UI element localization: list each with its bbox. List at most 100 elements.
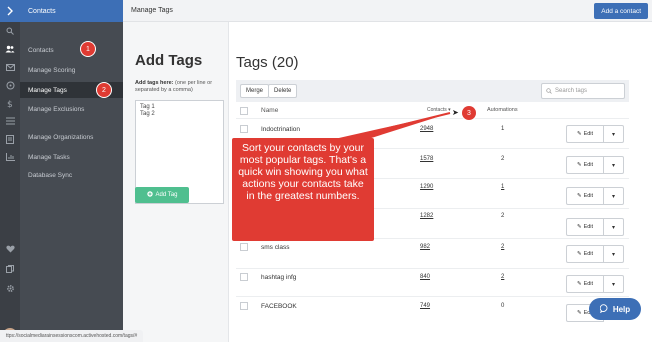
caret-down-icon: ▾ — [611, 162, 615, 169]
edit-button[interactable]: ✎ Edit — [566, 125, 604, 143]
tag-automations-count: 2 — [501, 156, 505, 162]
forms-icon[interactable] — [0, 130, 20, 148]
page-title: Manage Tags — [131, 7, 173, 14]
submenu-item-contacts[interactable]: Contacts — [20, 42, 123, 58]
edit-button[interactable]: ✎ Edit — [566, 275, 604, 293]
add-tags-hint: Add tags here: (one per line or separate… — [135, 80, 227, 94]
submenu-item-manage-scoring[interactable]: Manage Scoring — [20, 62, 123, 78]
row-dropdown-button[interactable]: ▾ — [604, 218, 624, 236]
heart-icon[interactable] — [0, 242, 20, 256]
tag-contacts-count[interactable]: 840 — [420, 274, 430, 280]
tags-title: Tags (20) — [236, 54, 299, 71]
deals-icon[interactable]: $ — [0, 94, 20, 112]
search-icon[interactable] — [0, 22, 20, 40]
svg-text:$: $ — [7, 100, 13, 108]
submenu-header[interactable]: Contacts — [20, 0, 123, 22]
mail-icon[interactable] — [0, 58, 20, 76]
pencil-icon: ✎ — [576, 131, 582, 137]
chevron-right-icon[interactable] — [0, 0, 20, 22]
col-header-contacts[interactable]: Contacts ▾ — [427, 107, 451, 113]
annotation-badge-3: 3 — [462, 106, 476, 120]
tag-contacts-count[interactable]: 1282 — [420, 213, 433, 219]
edit-button[interactable]: ✎ Edit — [566, 187, 604, 205]
pencil-icon: ✎ — [576, 310, 582, 316]
tag-contacts-count[interactable]: 982 — [420, 244, 430, 250]
row-checkbox[interactable] — [240, 302, 248, 310]
edit-label: Edit — [583, 131, 594, 137]
mouse-cursor-icon: ➤ — [452, 108, 459, 117]
tag-contacts-count[interactable]: 1290 — [420, 184, 433, 190]
contacts-icon[interactable] — [0, 40, 20, 58]
tag-name[interactable]: FACEBOOK — [261, 303, 297, 310]
pencil-icon: ✎ — [576, 281, 582, 287]
annotation-callout: Sort your contacts by your most popular … — [232, 138, 374, 241]
search-placeholder: Search tags — [555, 88, 588, 94]
caret-down-icon: ▾ — [611, 193, 615, 200]
tag-automations-count: 1 — [501, 126, 505, 132]
tag-name[interactable]: sms class — [261, 244, 290, 251]
edit-label: Edit — [583, 224, 594, 230]
plus-circle-icon — [146, 191, 153, 199]
annotation-badge-2: 2 — [97, 83, 111, 97]
tag-automations-count[interactable]: 1 — [501, 184, 504, 190]
edit-button[interactable]: ✎ Edit — [566, 218, 604, 236]
col-header-contacts-label: Contacts — [427, 107, 447, 113]
tag-automations-count[interactable]: 2 — [501, 274, 504, 280]
lists-icon[interactable] — [0, 112, 20, 130]
caret-down-icon: ▾ — [611, 281, 615, 288]
tag-name[interactable]: hashtag infg — [261, 274, 296, 281]
merge-button[interactable]: Merge — [240, 84, 270, 98]
gear-icon[interactable] — [0, 281, 20, 295]
help-button[interactable]: Help — [589, 298, 641, 320]
row-divider — [236, 268, 629, 269]
submenu-item-manage-organizations[interactable]: Manage Organizations — [20, 129, 123, 145]
add-tags-title: Add Tags — [135, 52, 203, 69]
row-checkbox[interactable] — [240, 125, 248, 133]
edit-button[interactable]: ✎ Edit — [566, 245, 604, 263]
col-header-name[interactable]: Name — [261, 107, 278, 114]
delete-button[interactable]: Delete — [268, 84, 298, 98]
pencil-icon: ✎ — [576, 251, 582, 257]
add-contact-button[interactable]: Add a contact — [594, 3, 648, 19]
row-checkbox[interactable] — [240, 243, 248, 251]
row-dropdown-button[interactable]: ▾ — [604, 187, 624, 205]
edit-label: Edit — [583, 193, 594, 199]
tag-automations-count[interactable]: 2 — [501, 244, 504, 250]
tag-automations-count: 2 — [501, 213, 505, 219]
select-all-checkbox[interactable] — [240, 107, 248, 115]
tag-contacts-count[interactable]: 749 — [420, 303, 430, 309]
submenu-item-database-sync[interactable]: Database Sync — [20, 167, 123, 183]
edit-label: Edit — [583, 251, 594, 257]
pencil-icon: ✎ — [576, 162, 582, 168]
edit-label: Edit — [583, 162, 594, 168]
edit-button[interactable]: ✎ Edit — [566, 156, 604, 174]
annotation-badge-1: 1 — [81, 42, 95, 56]
tag-contacts-count[interactable]: 2948 — [420, 126, 433, 132]
status-bar-url: ttps://socialmediarainsessionscom.active… — [0, 330, 144, 342]
row-dropdown-button[interactable]: ▾ — [604, 125, 624, 143]
tag-contacts-count[interactable]: 1578 — [420, 156, 433, 162]
contacts-submenu: Contacts Contacts Manage Scoring Manage … — [20, 0, 123, 342]
reports-icon[interactable] — [0, 148, 20, 166]
submenu-item-manage-tasks[interactable]: Manage Tasks — [20, 149, 123, 165]
submenu-item-manage-exclusions[interactable]: Manage Exclusions — [20, 101, 123, 117]
add-tag-button[interactable]: Add Tag — [135, 187, 189, 203]
row-dropdown-button[interactable]: ▾ — [604, 245, 624, 263]
add-tags-hint-bold: Add tags here: — [135, 80, 174, 86]
caret-down-icon: ▾ — [611, 251, 615, 258]
automation-icon[interactable] — [0, 76, 20, 94]
row-dropdown-button[interactable]: ▾ — [604, 275, 624, 293]
pencil-icon: ✎ — [576, 224, 582, 230]
row-dropdown-button[interactable]: ▾ — [604, 156, 624, 174]
row-divider — [236, 118, 629, 119]
tag-name[interactable]: Indoctrination — [261, 126, 300, 133]
chat-icon — [599, 303, 609, 315]
row-checkbox[interactable] — [240, 273, 248, 281]
pages-icon[interactable] — [0, 262, 20, 276]
edit-label: Edit — [583, 281, 594, 287]
tag-automations-count: 0 — [501, 303, 505, 309]
col-header-automations[interactable]: Automations — [487, 107, 518, 113]
tags-toolbar: Merge Delete Search tags — [236, 80, 629, 102]
search-input[interactable]: Search tags — [541, 83, 625, 99]
search-icon — [546, 88, 552, 94]
